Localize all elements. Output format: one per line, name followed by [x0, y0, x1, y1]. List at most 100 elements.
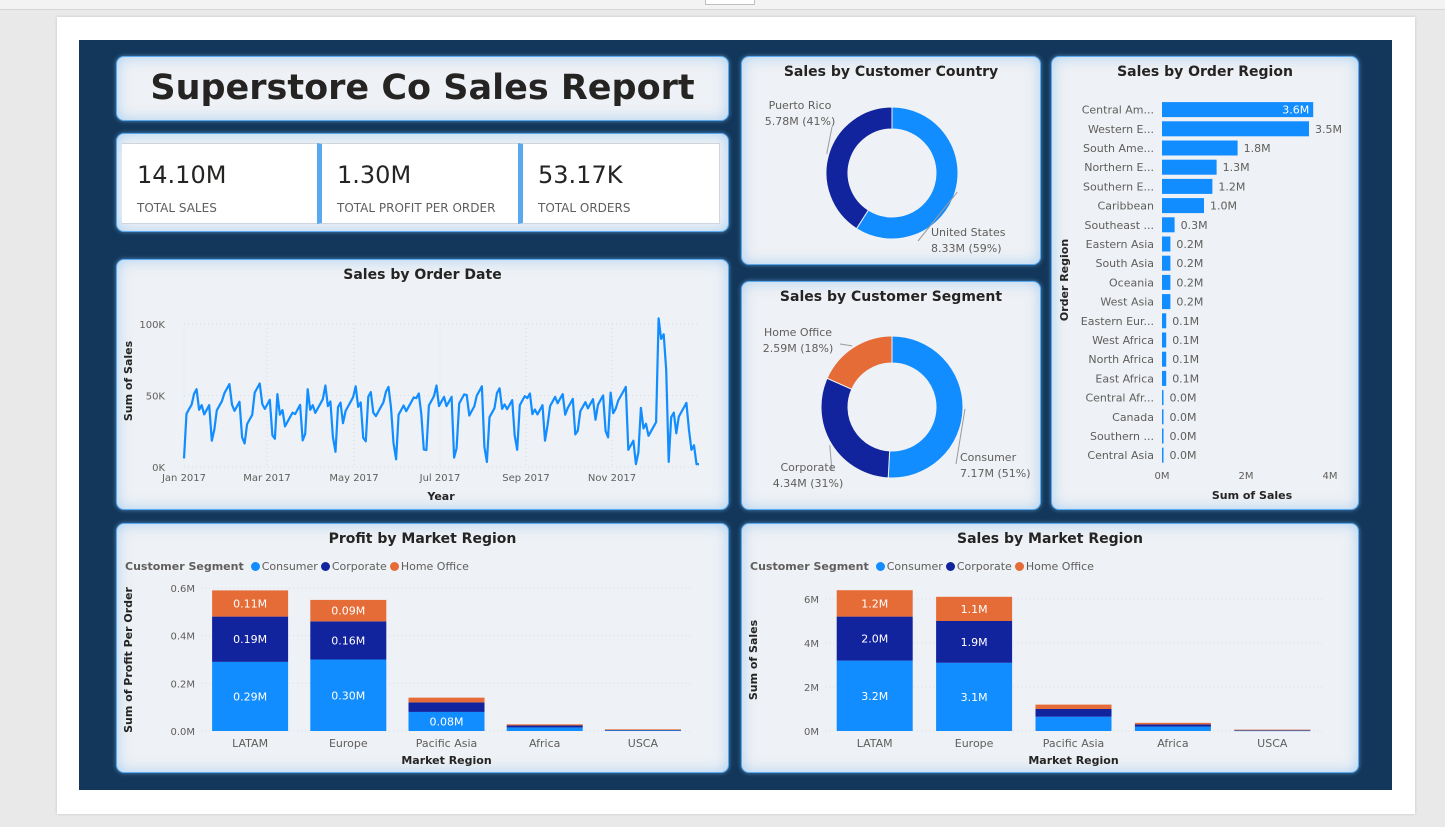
region-bar — [1162, 294, 1171, 310]
region-data-label: 0.1M — [1172, 372, 1199, 385]
bar-data-label: 1.1M — [961, 603, 988, 616]
region-bar — [1162, 447, 1164, 463]
y-axis-title: Sum of Profit Per Order — [122, 587, 135, 733]
slice-name-label: Corporate — [781, 461, 836, 474]
region-category-label: Central Afr... — [1085, 392, 1154, 405]
x-category-label: USCA — [628, 737, 659, 750]
region-data-label: 1.2M — [1218, 180, 1245, 193]
kpi-label: TOTAL PROFIT PER ORDER — [337, 201, 496, 215]
region-category-label: Southern ... — [1090, 430, 1154, 443]
x-category-label: LATAM — [857, 737, 893, 750]
bar-data-label: 0.08M — [430, 715, 464, 728]
region-bar — [1162, 198, 1204, 214]
region-data-label: 1.8M — [1244, 142, 1271, 155]
donut-slice — [887, 335, 964, 479]
slice-value-label: 2.59M (18%) — [763, 342, 834, 355]
region-bar — [1162, 428, 1164, 444]
x-axis-title: Market Region — [401, 754, 491, 767]
region-category-label: South Ame... — [1083, 142, 1154, 155]
x-tick-label: Jul 2017 — [419, 473, 461, 484]
order-region-card[interactable]: Sales by Order Region Central Am... 3.6M W… — [1051, 56, 1359, 510]
region-category-label: West Africa — [1092, 334, 1154, 347]
stacked-bar-segment — [1035, 716, 1112, 731]
region-data-label: 0.1M — [1172, 353, 1199, 366]
region-bar — [1162, 121, 1309, 137]
bar-data-label: 1.2M — [861, 597, 888, 610]
region-data-label: 0.1M — [1172, 334, 1199, 347]
region-data-label: 0.0M — [1170, 449, 1197, 462]
x-axis-title: Market Region — [1028, 754, 1118, 767]
kpi-total-orders: 53.17K TOTAL ORDERS — [518, 143, 720, 224]
y-axis-title: Sum of Sales — [747, 619, 760, 700]
sales-stacked-bar-chart[interactable]: 0M 2M 4M 6M 3.2M 2.0M 1.2M LATAM 3.1M 1.9M 1.1M Eur… — [742, 524, 1360, 774]
slice-name-label: Puerto Rico — [769, 99, 832, 112]
order-date-card[interactable]: Sales by Order Date 0K 50K 100K Jan 2017 Mar… — [116, 259, 729, 510]
region-category-label: North Africa — [1088, 353, 1154, 366]
region-data-label: 0.3M — [1181, 219, 1208, 232]
region-data-label: 0.0M — [1170, 411, 1197, 424]
y-tick-label: 4M — [804, 639, 819, 650]
region-bar — [1162, 313, 1167, 329]
x-tick-label: Nov 2017 — [588, 473, 636, 484]
sales-market-card[interactable]: Sales by Market Region Customer Segment C… — [741, 523, 1359, 773]
region-category-label: Eastern Eur... — [1081, 315, 1154, 328]
segment-donut-card[interactable]: Sales by Customer Segment Consumer 7.17M … — [741, 281, 1041, 510]
order-region-bar-chart[interactable]: Central Am... 3.6M Western E... 3.5M South A… — [1052, 57, 1360, 511]
region-category-label: Northern E... — [1084, 161, 1154, 174]
slice-name-label: Consumer — [960, 451, 1017, 464]
region-bar — [1162, 217, 1175, 233]
region-bar — [1162, 370, 1167, 386]
region-bar — [1162, 274, 1171, 290]
y-tick-label: 6M — [804, 595, 819, 606]
region-bar — [1162, 390, 1164, 406]
region-bar — [1162, 178, 1213, 194]
sales-line — [182, 317, 699, 466]
region-bar — [1162, 409, 1164, 425]
x-tick-label: Sep 2017 — [502, 473, 549, 484]
bar-data-label: 0.11M — [233, 597, 267, 610]
x-category-label: Africa — [1157, 737, 1188, 750]
kpi-value: 14.10M — [137, 161, 227, 189]
region-category-label: Southern E... — [1083, 180, 1154, 193]
top-bar-tab[interactable] — [705, 0, 755, 5]
region-category-label: South Asia — [1095, 257, 1154, 270]
y-tick-label: 0M — [804, 727, 819, 738]
x-tick-label: Jan 2017 — [161, 473, 206, 484]
y-tick-label: 0.4M — [170, 632, 195, 643]
y-axis-title: Order Region — [1058, 239, 1071, 321]
x-tick-label: 4M — [1323, 471, 1338, 482]
stacked-bar-segment — [1134, 724, 1211, 727]
bar-data-label: 0.30M — [331, 689, 365, 702]
region-data-label: 0.2M — [1176, 257, 1203, 270]
slice-value-label: 4.34M (31%) — [773, 477, 844, 490]
bar-data-label: 0.29M — [233, 690, 267, 703]
country-donut-card[interactable]: Sales by Customer Country United States 8… — [741, 56, 1041, 265]
region-category-label: Western E... — [1088, 123, 1154, 136]
region-data-label: 3.6M — [1282, 104, 1309, 117]
y-axis-title: Sum of Sales — [122, 340, 135, 421]
region-bar — [1162, 140, 1238, 156]
region-data-label: 1.3M — [1223, 161, 1250, 174]
region-data-label: 0.1M — [1172, 315, 1199, 328]
bar-data-label: 0.19M — [233, 633, 267, 646]
stacked-bar-segment — [408, 697, 485, 703]
region-data-label: 0.2M — [1176, 296, 1203, 309]
segment-donut-chart[interactable]: Consumer 7.17M (51%) Corporate 4.34M (31%) H… — [742, 282, 1042, 511]
profit-market-card[interactable]: Profit by Market Region Customer Segment… — [116, 523, 729, 773]
app-top-bar — [0, 0, 1445, 10]
x-axis-title: Sum of Sales — [1212, 489, 1293, 502]
slice-value-label: 8.33M (59%) — [931, 242, 1002, 255]
slice-name-label: United States — [931, 226, 1006, 239]
dashboard-canvas: Superstore Co Sales Report 14.10M TOTAL … — [79, 40, 1392, 790]
order-date-line-chart[interactable]: 0K50K100KJan 2017 Mar 2017 May 2017 Jul 201… — [117, 260, 730, 511]
region-bar — [1162, 159, 1217, 175]
region-data-label: 0.0M — [1170, 430, 1197, 443]
stacked-bar-segment — [1035, 709, 1112, 717]
stacked-bar-segment — [1035, 704, 1112, 709]
bar-data-label: 0.16M — [331, 634, 365, 647]
region-category-label: East Africa — [1095, 372, 1154, 385]
x-category-label: Europe — [955, 737, 994, 750]
profit-stacked-bar-chart[interactable]: 0.0M 0.2M 0.4M 0.6M 0.29M 0.19M 0.11M LATAM 0.30… — [117, 524, 730, 774]
country-donut-chart[interactable]: United States 8.33M (59%) Puerto Rico 5.78M… — [742, 57, 1042, 266]
kpi-label: TOTAL ORDERS — [538, 201, 631, 215]
